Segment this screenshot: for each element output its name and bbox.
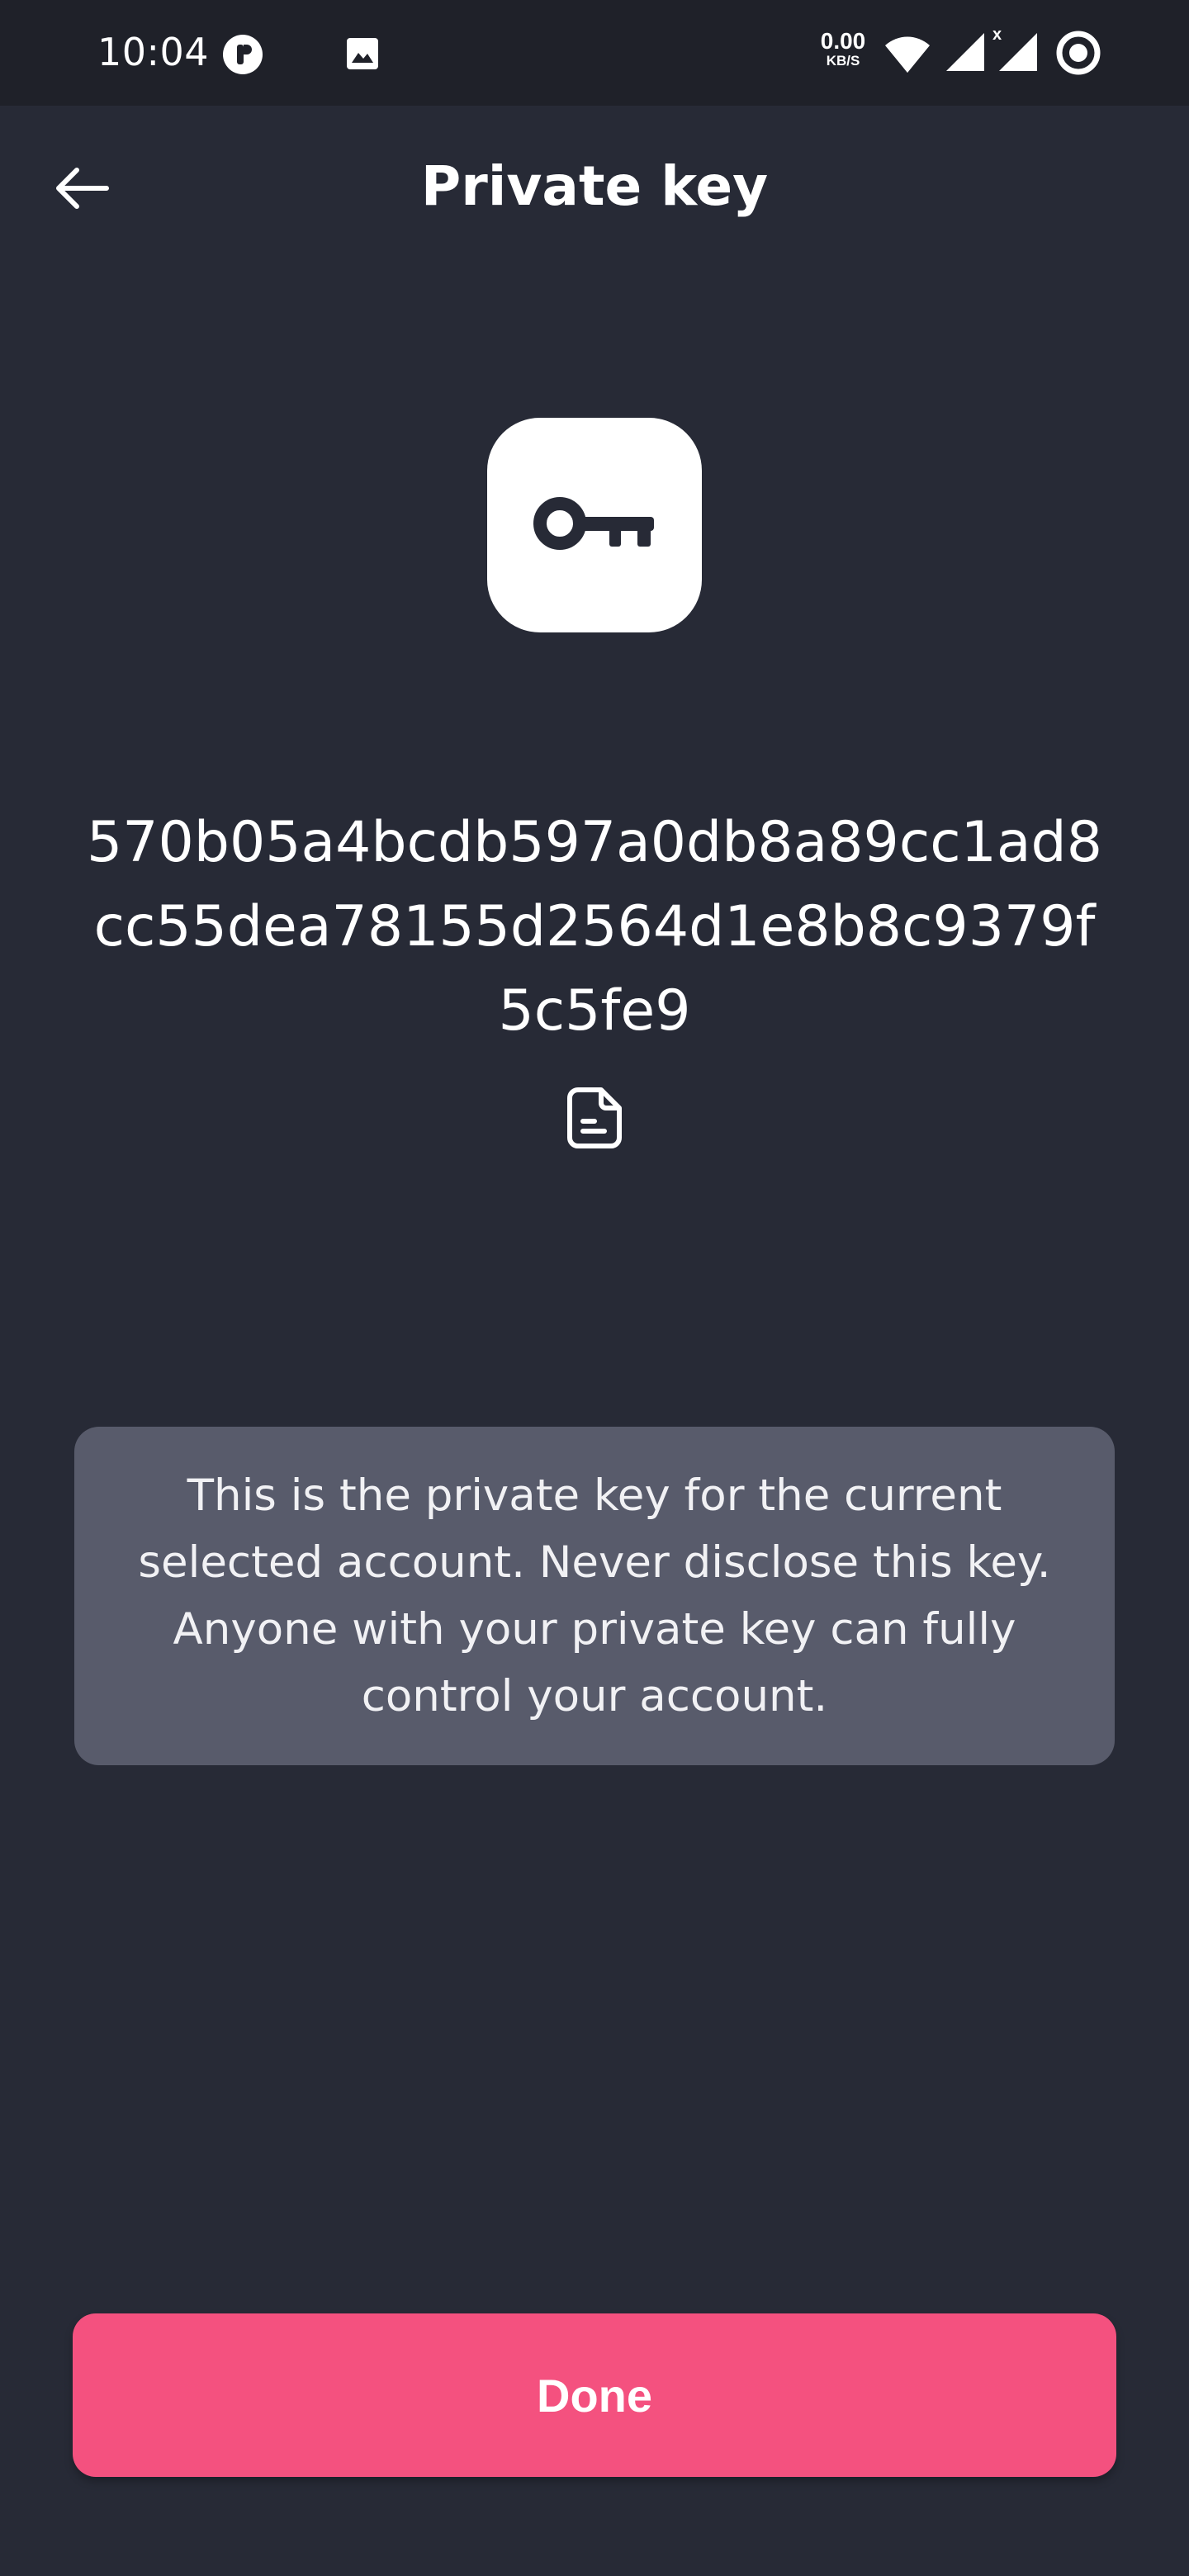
copy-button[interactable] — [558, 1082, 631, 1154]
net-speed-value: 0.00 — [820, 28, 866, 54]
wifi-icon — [885, 36, 930, 73]
done-button[interactable]: Done — [73, 2313, 1116, 2477]
signal-icon — [946, 33, 984, 71]
copy-document-icon — [567, 1087, 622, 1148]
app-notification-icon — [223, 35, 263, 74]
svg-text:x: x — [992, 26, 1002, 44]
image-icon — [347, 38, 378, 69]
net-speed-unit: KB/S — [826, 53, 860, 69]
page-title: Private key — [420, 154, 769, 218]
status-bar: 10:04 0.00 KB/S x — [0, 0, 1189, 106]
signal-no-data-icon: x — [992, 26, 1037, 71]
key-tile — [487, 418, 702, 632]
private-key-value: 570b05a4bcdb597a0db8a89cc1ad8cc55dea7815… — [87, 810, 1102, 1044]
focus-mode-icon — [1056, 31, 1101, 75]
key-icon — [533, 497, 654, 550]
warning-text: This is the private key for the current … — [138, 1470, 1051, 1721]
warning-card: This is the private key for the current … — [74, 1427, 1115, 1765]
net-speed: 0.00 KB/S — [814, 30, 872, 69]
status-time: 10:04 — [97, 30, 210, 74]
